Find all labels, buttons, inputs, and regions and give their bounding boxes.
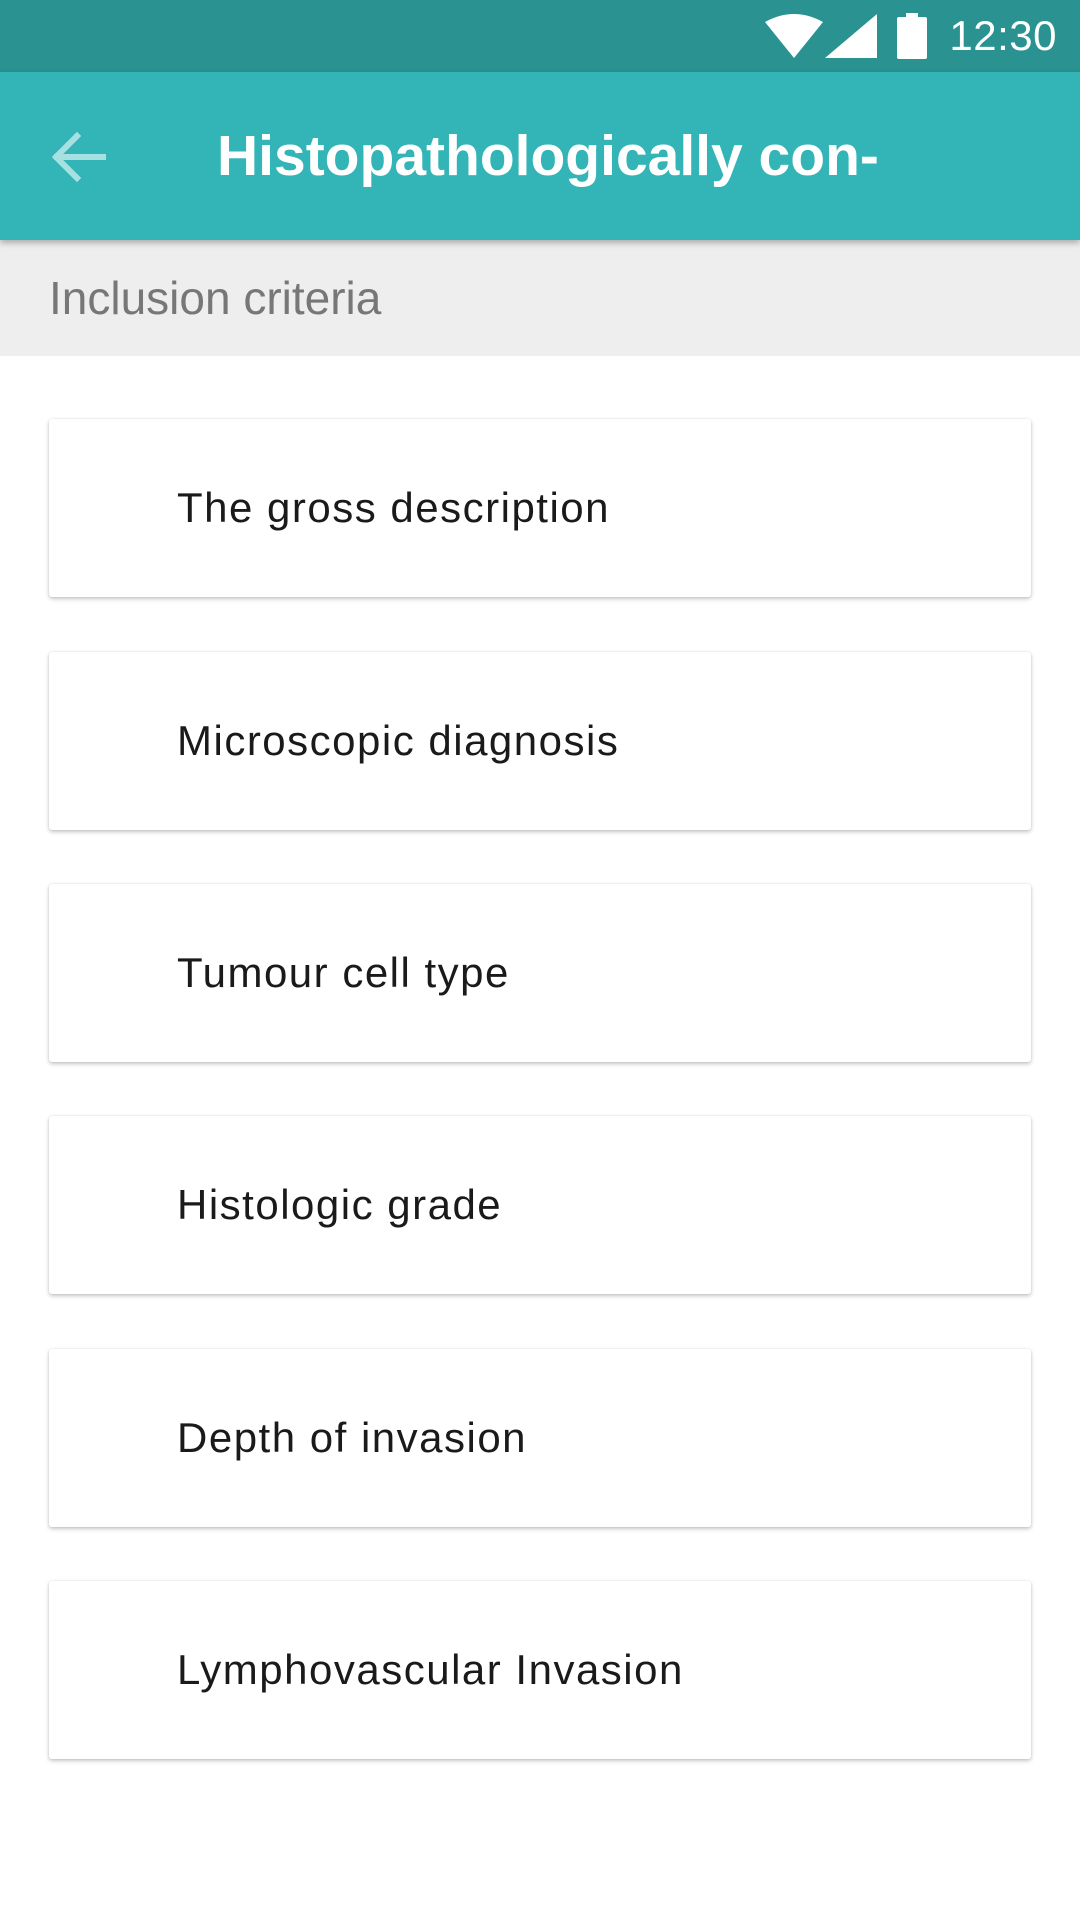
- page-title: Histopathologically con-: [217, 124, 879, 188]
- battery-icon: [897, 13, 928, 59]
- signal-icon: [825, 14, 878, 58]
- card-label: Lymphovascular Invasion: [177, 1646, 684, 1693]
- back-button[interactable]: [34, 112, 124, 202]
- status-icons: 12:30: [765, 0, 1080, 72]
- criteria-card-histologic-grade[interactable]: Histologic grade: [49, 1116, 1031, 1294]
- wifi-icon: [765, 14, 824, 58]
- card-label: The gross description: [177, 484, 611, 531]
- card-label: Microscopic diagnosis: [177, 717, 620, 764]
- section-header: Inclusion criteria: [0, 240, 1080, 356]
- criteria-card-lymphovascular-invasion[interactable]: Lymphovascular Invasion: [49, 1581, 1031, 1759]
- status-time: 12:30: [949, 12, 1057, 59]
- arrow-back-icon: [51, 132, 106, 182]
- criteria-card-depth-of-invasion[interactable]: Depth of invasion: [49, 1349, 1031, 1527]
- criteria-card-tumour-cell-type[interactable]: Tumour cell type: [49, 884, 1031, 1062]
- criteria-card-gross-description[interactable]: The gross description: [49, 419, 1031, 597]
- criteria-card-microscopic-diagnosis[interactable]: Microscopic diagnosis: [49, 652, 1031, 830]
- section-title: Inclusion criteria: [49, 272, 382, 324]
- card-label: Depth of invasion: [177, 1414, 528, 1461]
- app-bar: Histopathologically con-: [0, 72, 1080, 240]
- card-label: Histologic grade: [177, 1181, 503, 1228]
- status-bar: 12:30: [0, 0, 1080, 72]
- card-label: Tumour cell type: [177, 949, 510, 996]
